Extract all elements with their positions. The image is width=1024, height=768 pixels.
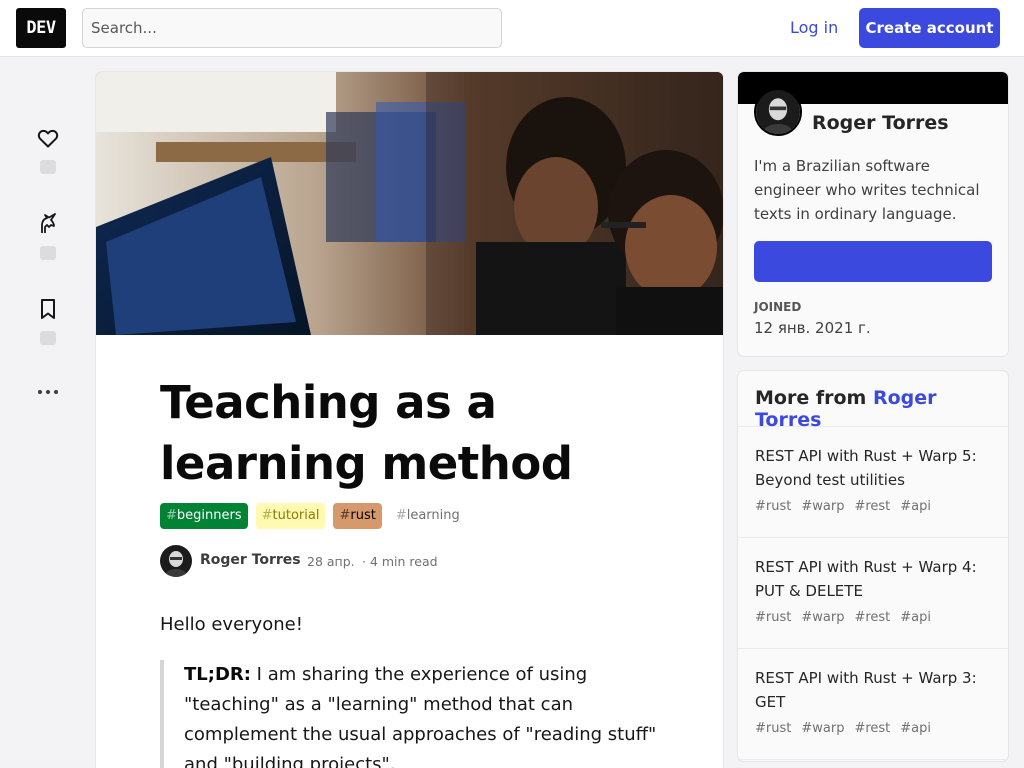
tag-link[interactable]: #warp bbox=[801, 610, 844, 625]
tag-link[interactable]: #rest bbox=[854, 721, 890, 736]
tag-link[interactable]: #warp bbox=[801, 721, 844, 736]
unicorn-count-placeholder bbox=[40, 246, 56, 260]
follow-button[interactable] bbox=[754, 241, 992, 282]
list-item-tags: #rust #warp #rest #api bbox=[755, 499, 991, 514]
login-link[interactable]: Log in bbox=[778, 8, 850, 48]
more-icon[interactable] bbox=[37, 384, 59, 400]
heart-icon bbox=[37, 129, 59, 148]
tag-link[interactable]: #api bbox=[900, 610, 931, 625]
dev-logo[interactable]: DEV bbox=[16, 8, 66, 48]
profile-bio: I'm a Brazilian software engineer who wr… bbox=[754, 157, 980, 223]
heart-count-placeholder bbox=[40, 160, 56, 174]
list-item[interactable]: REST API with Rust + Warp 5: Beyond test… bbox=[738, 427, 1008, 538]
article-card: Teaching as a learning method #beginners… bbox=[96, 72, 723, 768]
list-item-title: REST API with Rust + Warp 3: GET bbox=[755, 669, 977, 711]
search-input[interactable] bbox=[82, 8, 502, 48]
unicorn-reaction[interactable] bbox=[32, 212, 64, 260]
top-navbar: DEV Log in Create account bbox=[0, 0, 1024, 57]
read-time: · 4 min read bbox=[362, 554, 438, 569]
heart-reaction[interactable] bbox=[32, 126, 64, 174]
publish-date: 28 апр. bbox=[307, 554, 355, 569]
list-item-tags: #rust #warp #rest #api bbox=[755, 610, 991, 625]
tag-link[interactable]: #api bbox=[900, 721, 931, 736]
tldr-label: TL;DR: bbox=[184, 664, 251, 685]
tldr-text: I am sharing the experience of using "te… bbox=[184, 664, 657, 768]
tag-link[interactable]: #rest bbox=[854, 610, 890, 625]
bookmark-count-placeholder bbox=[40, 331, 56, 345]
tag-tutorial[interactable]: #tutorial bbox=[255, 503, 326, 529]
cover-image bbox=[96, 72, 723, 335]
tag-rust[interactable]: #rust bbox=[333, 503, 382, 529]
tag-link[interactable]: #api bbox=[900, 499, 931, 514]
tag-link[interactable]: #rest bbox=[854, 499, 890, 514]
list-item-tags: #rust #warp #rest #api bbox=[755, 721, 991, 736]
list-item[interactable]: REST API with Rust + Warp 4: PUT & DELET… bbox=[738, 538, 1008, 649]
more-from-heading: More from Roger Torres bbox=[738, 371, 1008, 431]
joined-date: 12 янв. 2021 г. bbox=[754, 319, 871, 337]
joined-label: JOINED bbox=[754, 300, 802, 314]
profile-avatar[interactable] bbox=[754, 88, 802, 136]
tldr-blockquote: TL;DR: I am sharing the experience of us… bbox=[160, 660, 660, 768]
create-account-button[interactable]: Create account bbox=[859, 8, 1000, 48]
more-from-author-card: More from Roger Torres REST API with Rus… bbox=[738, 371, 1008, 761]
list-item[interactable]: REST API with Rust + Warp 3: GET #rust #… bbox=[738, 649, 1008, 760]
list-item-title: REST API with Rust + Warp 4: PUT & DELET… bbox=[755, 558, 977, 600]
profile-name[interactable]: Roger Torres bbox=[812, 112, 949, 134]
bookmark-reaction[interactable] bbox=[32, 297, 64, 345]
tag-list: #beginners #tutorial #rust #learning bbox=[160, 503, 466, 529]
author-avatar[interactable] bbox=[160, 545, 192, 577]
tag-learning[interactable]: #learning bbox=[390, 503, 466, 529]
tag-link[interactable]: #rust bbox=[755, 499, 791, 514]
tag-link[interactable]: #rust bbox=[755, 721, 791, 736]
tag-link[interactable]: #warp bbox=[801, 499, 844, 514]
article-meta: Roger Torres 28 апр. · 4 min read bbox=[160, 545, 660, 577]
author-profile-card: Roger Torres I'm a Brazilian software en… bbox=[738, 72, 1008, 356]
list-item-title: REST API with Rust + Warp 5: Beyond test… bbox=[755, 447, 977, 489]
bookmark-icon bbox=[41, 299, 55, 319]
author-name[interactable]: Roger Torres bbox=[200, 552, 301, 568]
greeting-text: Hello everyone! bbox=[160, 614, 303, 635]
tag-link[interactable]: #rust bbox=[755, 610, 791, 625]
tag-beginners[interactable]: #beginners bbox=[160, 503, 248, 529]
unicorn-icon bbox=[41, 213, 56, 233]
article-title: Teaching as a learning method bbox=[160, 376, 573, 490]
